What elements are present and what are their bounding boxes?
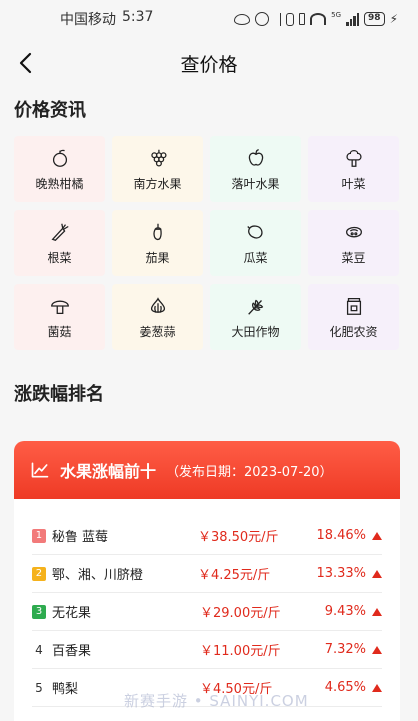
category-label: 化肥农资 xyxy=(329,324,378,339)
category-label: 大田作物 xyxy=(231,324,280,339)
category-label: 根菜 xyxy=(47,250,72,265)
price-info-heading: 价格资讯 xyxy=(14,100,86,121)
ranking-heading: 涨跌幅排名 xyxy=(14,384,104,405)
category-tile-root-vegetable[interactable]: 根菜 xyxy=(14,210,105,276)
ranking-card-date: （发布日期：2023-07-20） xyxy=(166,464,333,480)
change-percent: 4.65% xyxy=(324,680,366,695)
category-label: 姜葱蒜 xyxy=(139,324,176,339)
network-type: 5G xyxy=(331,11,342,19)
apple-icon xyxy=(248,148,263,166)
category-tile-beans[interactable]: 菜豆 xyxy=(308,210,399,276)
product-name: 秘鲁 蓝莓 xyxy=(51,530,108,545)
trend-chart-icon xyxy=(31,462,49,478)
up-triangle-icon xyxy=(372,645,382,654)
table-row[interactable]: 3 无花果 ￥29.00元/斤 9.43% xyxy=(32,593,382,631)
rank-badge: 1 xyxy=(32,528,46,543)
change-percent: 7.32% xyxy=(324,642,366,657)
wheat-icon xyxy=(247,299,263,315)
ranking-card-title: 水果涨幅前十 xyxy=(60,462,157,481)
citrus-icon xyxy=(52,149,67,167)
ranking-list: 1 秘鲁 蓝莓 ￥38.50元/斤 18.46% 2 鄂、湘、川脐橙 ￥4.25… xyxy=(14,517,400,707)
page-title: 查价格 xyxy=(180,53,238,76)
product-price: ￥11.00元/斤 xyxy=(200,644,281,659)
up-triangle-icon xyxy=(372,531,383,540)
product-price: ￥38.50元/斤 xyxy=(197,530,279,545)
up-triangle-icon xyxy=(372,607,382,616)
battery-icon: 98 xyxy=(364,12,385,26)
category-label: 菜豆 xyxy=(341,250,366,265)
change-percent: 18.46% xyxy=(316,528,367,543)
wifi-icon xyxy=(310,13,327,25)
category-tile-solanaceous[interactable]: 茄果 xyxy=(112,210,203,276)
fertilizer-icon xyxy=(346,297,361,315)
category-label: 落叶水果 xyxy=(231,176,280,191)
carrier-label: 中国移动 xyxy=(60,12,116,28)
nav-bar: 查价格 xyxy=(0,38,418,88)
product-name: 百香果 xyxy=(52,644,92,659)
category-tile-field-crops[interactable]: 大田作物 xyxy=(210,284,301,350)
up-triangle-icon xyxy=(372,683,382,692)
category-label: 茄果 xyxy=(145,250,170,265)
rank-number: 5 xyxy=(35,680,43,695)
up-triangle-icon xyxy=(372,569,383,578)
category-label: 晚熟柑橘 xyxy=(35,176,84,191)
nfc-icon xyxy=(299,13,306,25)
table-row[interactable]: 1 秘鲁 蓝莓 ￥38.50元/斤 18.46% xyxy=(32,517,383,555)
clock: 5:37 xyxy=(122,9,154,25)
grapes-icon xyxy=(150,149,167,167)
product-price: ￥4.25元/斤 xyxy=(197,568,271,583)
status-left: 中国移动 5:37 xyxy=(60,9,153,29)
status-icons: 5G 98 ⚡ xyxy=(234,12,398,26)
ranking-card: 水果涨幅前十 （发布日期：2023-07-20） 1 秘鲁 蓝莓 ￥38.50元… xyxy=(14,441,400,721)
mushroom-icon xyxy=(50,300,69,314)
rank-badge: 3 xyxy=(32,604,46,619)
table-row[interactable]: 5 鸭梨 ￥4.50元/斤 4.65% xyxy=(32,669,382,707)
vibrate-icon xyxy=(286,12,295,26)
product-name: 鄂、湘、川脐橙 xyxy=(51,568,143,583)
product-name: 无花果 xyxy=(52,606,92,621)
ranking-card-header: 水果涨幅前十 （发布日期：2023-07-20） xyxy=(14,441,400,499)
category-tile-leafy-vegetable[interactable]: 叶菜 xyxy=(308,136,399,202)
signal-icon xyxy=(346,12,360,26)
change-percent: 9.43% xyxy=(324,604,366,619)
leafy-vegetable-icon xyxy=(345,149,362,167)
change-percent: 13.33% xyxy=(316,566,367,581)
back-arrow-icon[interactable] xyxy=(14,51,38,75)
category-tile-deciduous-fruit[interactable]: 落叶水果 xyxy=(210,136,301,202)
status-bar: 中国移动 5:37 5G 98 ⚡ xyxy=(0,0,418,38)
carrot-icon xyxy=(51,223,69,241)
category-tile-ginger-onion-garlic[interactable]: 姜葱蒜 xyxy=(112,284,203,350)
category-label: 南方水果 xyxy=(133,176,182,191)
category-label: 菌菇 xyxy=(47,324,72,339)
category-label: 瓜菜 xyxy=(243,250,268,265)
product-price: ￥4.50元/斤 xyxy=(200,682,273,697)
melon-icon xyxy=(246,224,263,239)
alarm-icon xyxy=(255,12,270,26)
eye-icon xyxy=(234,13,251,25)
category-tile-late-citrus[interactable]: 晚熟柑橘 xyxy=(14,136,105,202)
bean-icon xyxy=(345,226,362,237)
category-tile-fertilizer[interactable]: 化肥农资 xyxy=(308,284,399,350)
rank-badge: 2 xyxy=(32,566,46,581)
garlic-icon xyxy=(150,296,165,313)
category-tile-melon-vegetable[interactable]: 瓜菜 xyxy=(210,210,301,276)
charging-icon: ⚡ xyxy=(389,12,398,26)
category-grid: 晚熟柑橘 南方水果 落叶水果 叶菜 根菜 茄果 瓜菜 菜豆 菌菇 姜葱蒜 大田作… xyxy=(14,136,404,350)
category-tile-mushroom[interactable]: 菌菇 xyxy=(14,284,105,350)
category-label: 叶菜 xyxy=(341,176,366,191)
table-row[interactable]: 4 百香果 ￥11.00元/斤 7.32% xyxy=(32,631,382,669)
table-row[interactable]: 2 鄂、湘、川脐橙 ￥4.25元/斤 13.33% xyxy=(32,555,383,593)
rank-number: 4 xyxy=(35,642,43,657)
product-name: 鸭梨 xyxy=(52,682,79,697)
bluetooth-icon xyxy=(274,12,282,26)
eggplant-icon xyxy=(152,223,162,240)
category-tile-southern-fruit[interactable]: 南方水果 xyxy=(112,136,203,202)
product-price: ￥29.00元/斤 xyxy=(200,606,281,621)
